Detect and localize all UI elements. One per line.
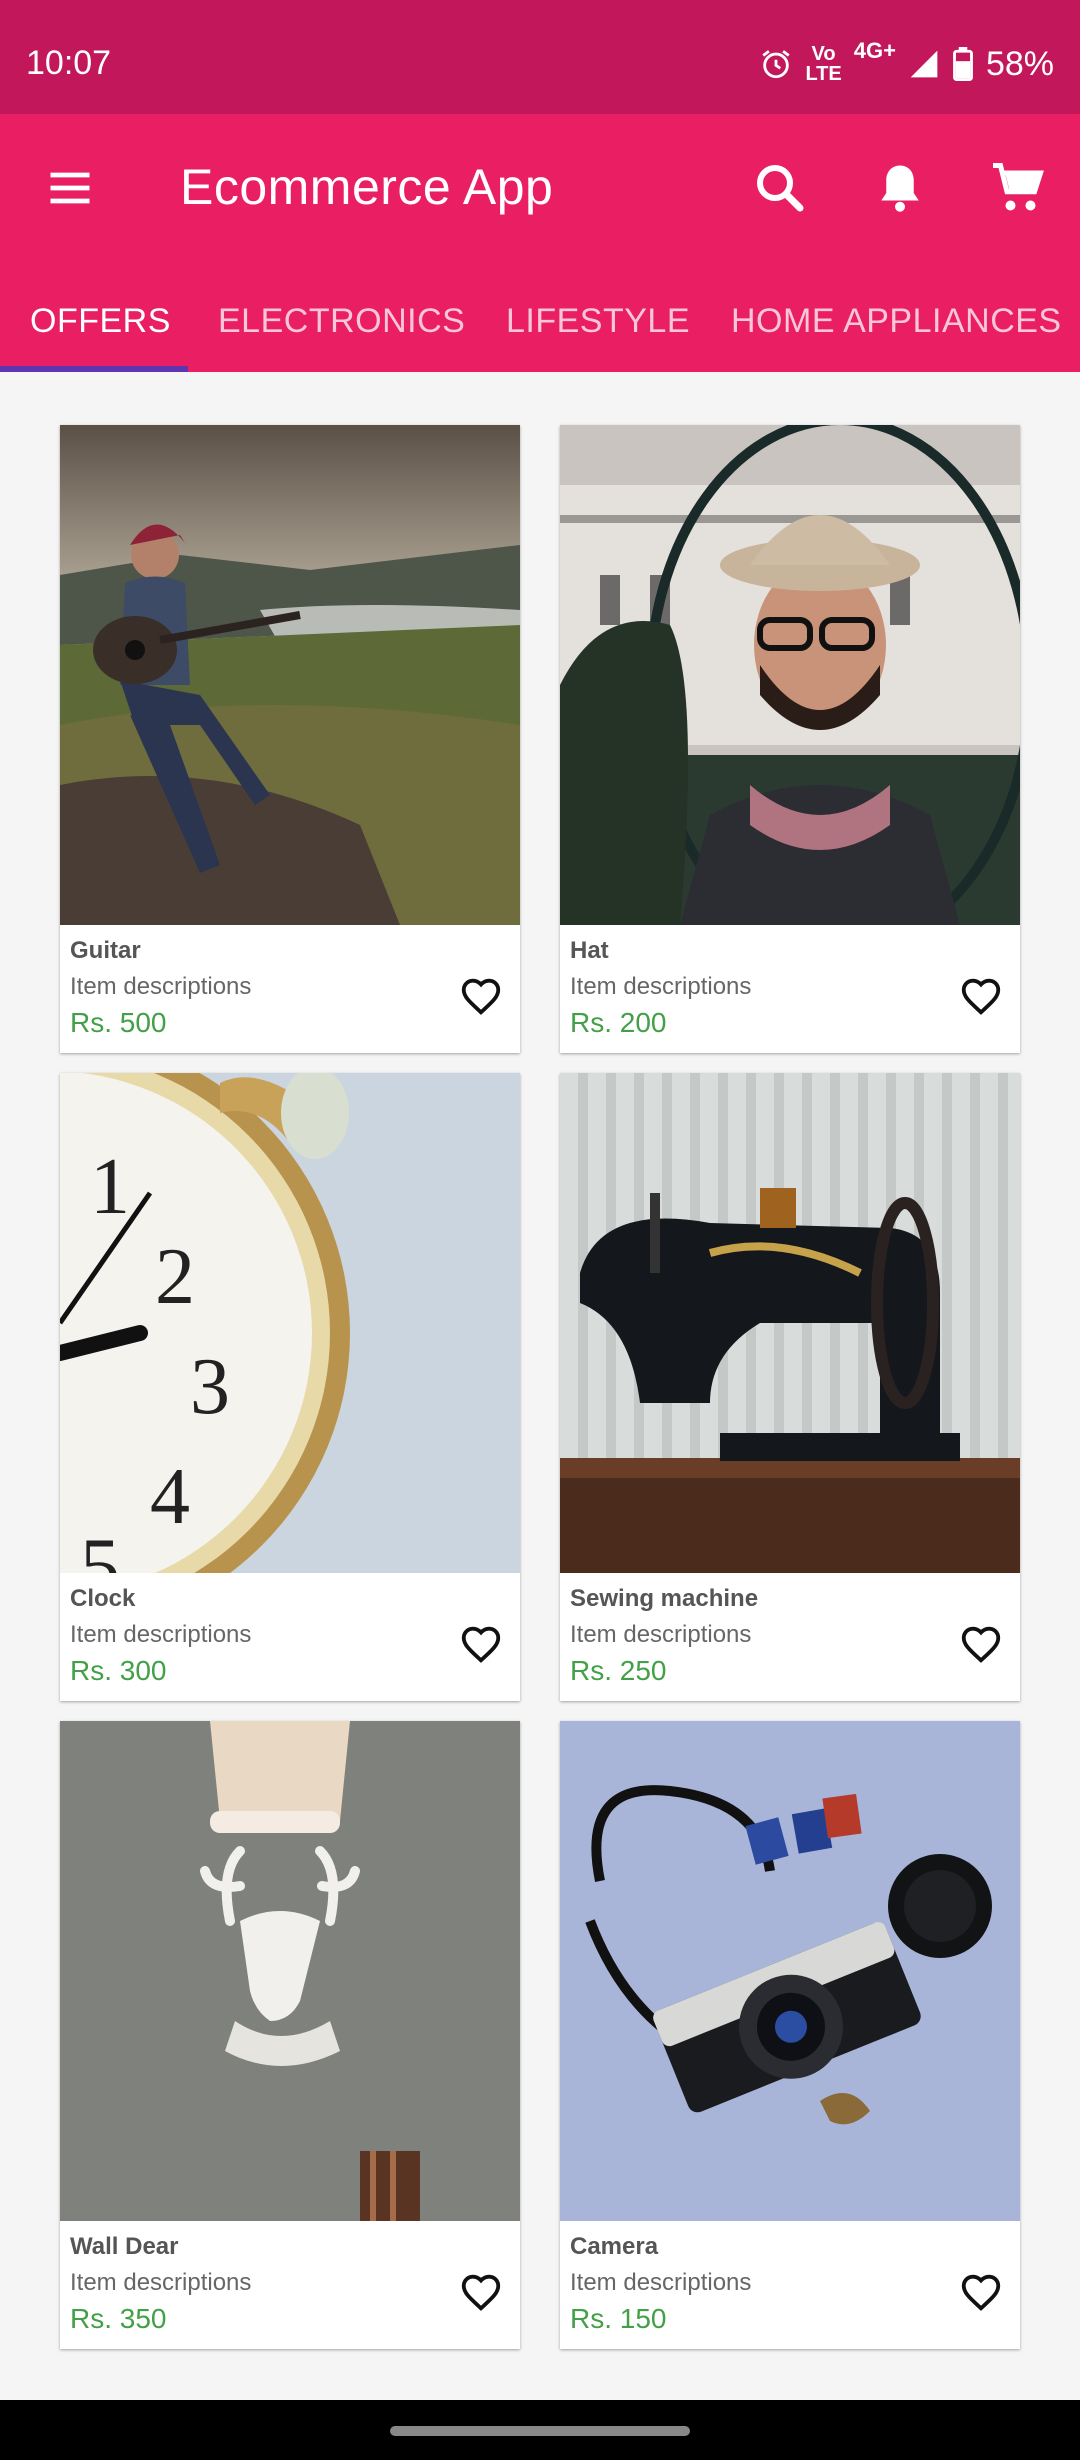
product-name: Camera [570, 2233, 659, 2260]
system-navigation-bar [0, 2400, 1080, 2460]
product-description: Item descriptions [570, 2269, 752, 2296]
product-price: Rs. 350 [70, 2303, 167, 2334]
category-tabs: OFFERS ELECTRONICS LIFESTYLE HOME APPLIA… [0, 296, 1080, 372]
product-card[interactable]: Wall Dear Item descriptions Rs. 350 [60, 1721, 520, 2349]
search-button[interactable] [750, 158, 810, 218]
product-name: Wall Dear [70, 2233, 179, 2260]
product-card[interactable]: Camera Item descriptions Rs. 150 [560, 1721, 1020, 2349]
battery-level: 58% [985, 44, 1054, 83]
bell-icon [881, 165, 919, 212]
svg-text:2: 2 [155, 1233, 195, 1321]
product-description: Item descriptions [70, 1621, 252, 1648]
product-image-sewing-machine [560, 1073, 1020, 1573]
product-price: Rs. 300 [70, 1655, 167, 1686]
product-image-hat [560, 425, 1020, 925]
search-icon [757, 165, 804, 212]
product-name: Clock [70, 1585, 136, 1612]
svg-text:1: 1 [90, 1143, 130, 1231]
status-time: 10:07 [26, 44, 112, 82]
tab-lifestyle[interactable]: LIFESTYLE [506, 302, 690, 341]
favorite-button[interactable] [958, 973, 1004, 1019]
product-card[interactable]: 1 2 3 4 5 Clock Item descriptions Rs. 30… [60, 1073, 520, 1701]
product-description: Item descriptions [570, 1621, 752, 1648]
heart-outline-icon [461, 2274, 501, 2311]
svg-text:4: 4 [150, 1453, 190, 1541]
cart-button[interactable] [988, 158, 1048, 218]
product-image-guitar [60, 425, 520, 925]
tab-indicator [0, 366, 188, 372]
product-card[interactable]: Sewing machine Item descriptions Rs. 250 [560, 1073, 1020, 1701]
product-price: Rs. 150 [570, 2303, 667, 2334]
heart-outline-icon [961, 978, 1001, 1015]
svg-text:5: 5 [80, 1523, 120, 1573]
product-name: Guitar [70, 937, 141, 964]
product-image-camera [560, 1721, 1020, 2221]
heart-outline-icon [961, 1626, 1001, 1663]
product-description: Item descriptions [570, 973, 752, 1000]
app-title: Ecommerce App [180, 159, 554, 215]
network-type: 4G+ [853, 38, 896, 63]
cart-icon [993, 163, 1044, 211]
tab-home-appliances[interactable]: HOME APPLIANCES [731, 302, 1062, 341]
product-image-wall-deer [60, 1721, 520, 2221]
notifications-button[interactable] [870, 158, 930, 218]
gesture-handle[interactable] [390, 2426, 690, 2436]
tab-electronics[interactable]: ELECTRONICS [218, 302, 465, 341]
alarm-icon [762, 50, 791, 79]
heart-outline-icon [461, 978, 501, 1015]
svg-text:3: 3 [190, 1343, 230, 1431]
favorite-button[interactable] [958, 2269, 1004, 2315]
volte-indicator: Vo LTE [805, 43, 842, 85]
product-card[interactable]: Hat Item descriptions Rs. 200 [560, 425, 1020, 1053]
product-description: Item descriptions [70, 973, 252, 1000]
status-bar: 10:07 Vo LTE 4G+ 58% [0, 0, 1080, 114]
product-price: Rs. 200 [570, 1007, 667, 1038]
signal-icon [910, 50, 938, 78]
heart-outline-icon [461, 1626, 501, 1663]
menu-button[interactable] [44, 162, 96, 214]
app-bar: Ecommerce App OFFERS ELECTRONICS LIFESTY… [0, 114, 1080, 372]
favorite-button[interactable] [458, 973, 504, 1019]
status-icons: Vo LTE 4G+ 58% [759, 38, 1054, 85]
product-price: Rs. 500 [70, 1007, 167, 1038]
product-price: Rs. 250 [570, 1655, 667, 1686]
favorite-button[interactable] [458, 2269, 504, 2315]
menu-icon [50, 172, 90, 204]
favorite-button[interactable] [958, 1621, 1004, 1667]
favorite-button[interactable] [458, 1621, 504, 1667]
heart-outline-icon [961, 2274, 1001, 2311]
battery-icon [953, 47, 973, 81]
tab-offers[interactable]: OFFERS [30, 302, 171, 341]
product-image-clock: 1 2 3 4 5 [60, 1073, 520, 1573]
product-card[interactable]: Guitar Item descriptions Rs. 500 [60, 425, 520, 1053]
product-description: Item descriptions [70, 2269, 252, 2296]
product-name: Sewing machine [570, 1585, 759, 1612]
product-name: Hat [570, 937, 609, 964]
